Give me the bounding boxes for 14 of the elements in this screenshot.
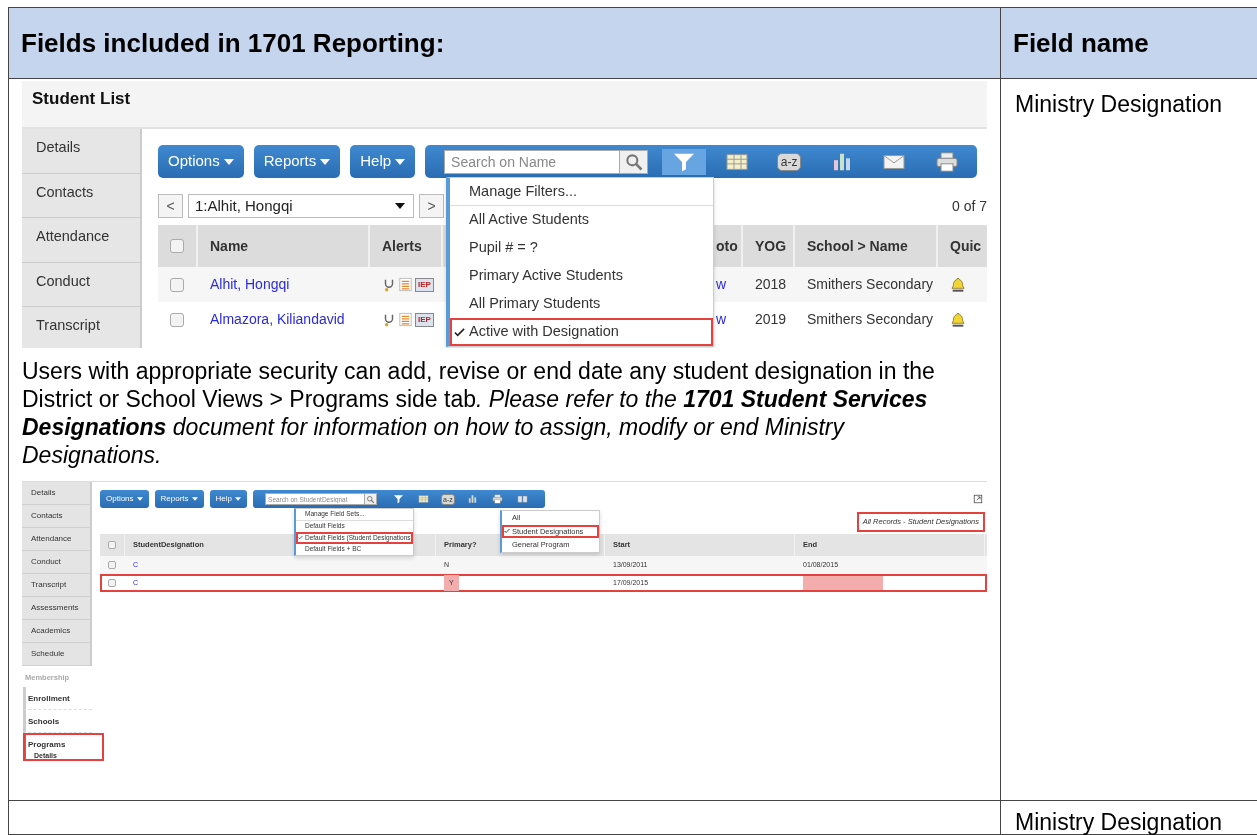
field-name: Ministry Designation [1014,90,1223,119]
iep-tag: IEP [415,277,434,292]
instruction-paragraph: Users with appropriate security can add, revise or end date any student designation in the District or School Views > Programs side tab. Please refer to the 1701 Student Services Designations document for information on how to assign, modify or end Ministry Designations. [22,357,936,469]
column-title: Field name [1013,26,1149,60]
sort-icon: a-z [776,152,802,171]
column-title: Fields included in 1701 Reporting: [21,26,445,60]
iep-tag: IEP [415,312,434,327]
table-cell-text: 2019 [755,310,787,329]
table-cell-text: 2018 [755,275,787,294]
record-count: 0 of 7 [951,196,987,216]
table-cell-text: Smithers Secondary [807,275,934,294]
field-name: Ministry Designation [1014,808,1223,835]
page-title: Student List [32,89,131,108]
table-cell-text: Smithers Secondary [807,310,934,329]
